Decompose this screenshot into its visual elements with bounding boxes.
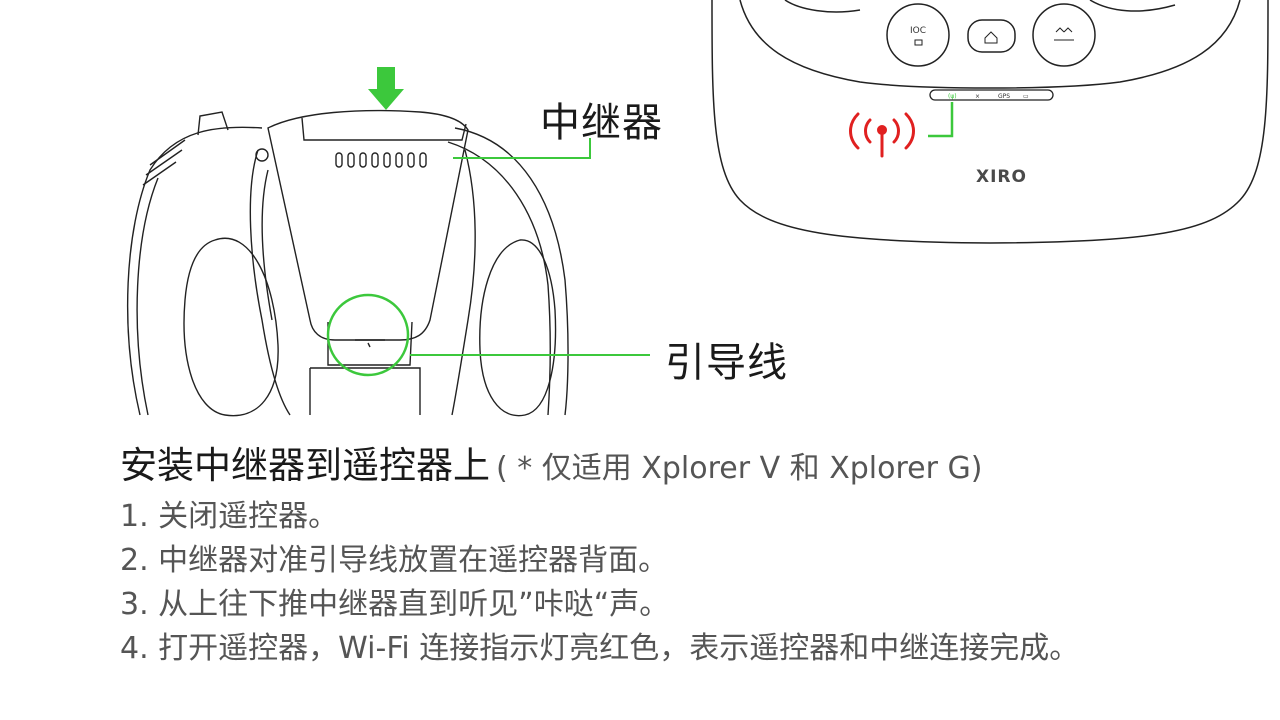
installation-illustration: IOC (ψ) ⨯ GPS ▭ — [126, 0, 1269, 417]
instructions-heading: 安装中继器到遥控器上( * 仅适用 Xplorer V 和 Xplorer G) — [120, 440, 1260, 495]
step-3: 3. 从上往下推中继器直到听见”咔哒“声。 — [120, 587, 670, 622]
push-down-arrow — [368, 67, 404, 110]
wifi-indicator-leader — [928, 102, 954, 138]
guide-highlight-circle — [326, 293, 410, 377]
step-1: 1. 关闭遥控器。 — [120, 499, 339, 534]
instructions-note: ( * 仅适用 Xplorer V 和 Xplorer G) — [496, 451, 983, 486]
instructions-title: 安装中继器到遥控器上 — [120, 444, 490, 487]
instruction-steps: 1. 关闭遥控器。 2. 中继器对准引导线放置在遥控器背面。 3. 从上往下推中… — [120, 495, 1260, 671]
land-button — [1032, 3, 1096, 67]
wifi-indicator-label: (ψ) — [948, 93, 957, 100]
relay-callout-label: 中继器 — [540, 100, 663, 146]
step-4: 4. 打开遥控器，Wi-Fi 连接指示灯亮红色，表示遥控器和中继连接完成。 — [120, 631, 1080, 666]
instructions-section: 安装中继器到遥控器上( * 仅适用 Xplorer V 和 Xplorer G)… — [120, 440, 1260, 671]
step-2: 2. 中继器对准引导线放置在遥控器背面。 — [120, 543, 669, 578]
indicator-labels: (ψ) — [948, 93, 957, 100]
battery-indicator-label: ▭ — [1023, 93, 1029, 100]
xiro-logo: XIRO — [976, 167, 1027, 187]
home-button — [967, 19, 1016, 53]
remote-front-drawing — [711, 0, 1269, 244]
relay-vent-slots — [335, 152, 427, 168]
wifi-signal-red-icon — [849, 112, 915, 158]
ioc-button-label: IOC — [910, 26, 926, 36]
guide-line-callout-label: 引导线 — [665, 340, 788, 386]
link-indicator-label: ⨯ — [975, 93, 980, 100]
instruction-page: IOC (ψ) ⨯ GPS ▭ 中继器 引导线 XIRO 安装中继器到遥控器上(… — [0, 0, 1280, 720]
gps-indicator-label: GPS — [998, 93, 1010, 100]
